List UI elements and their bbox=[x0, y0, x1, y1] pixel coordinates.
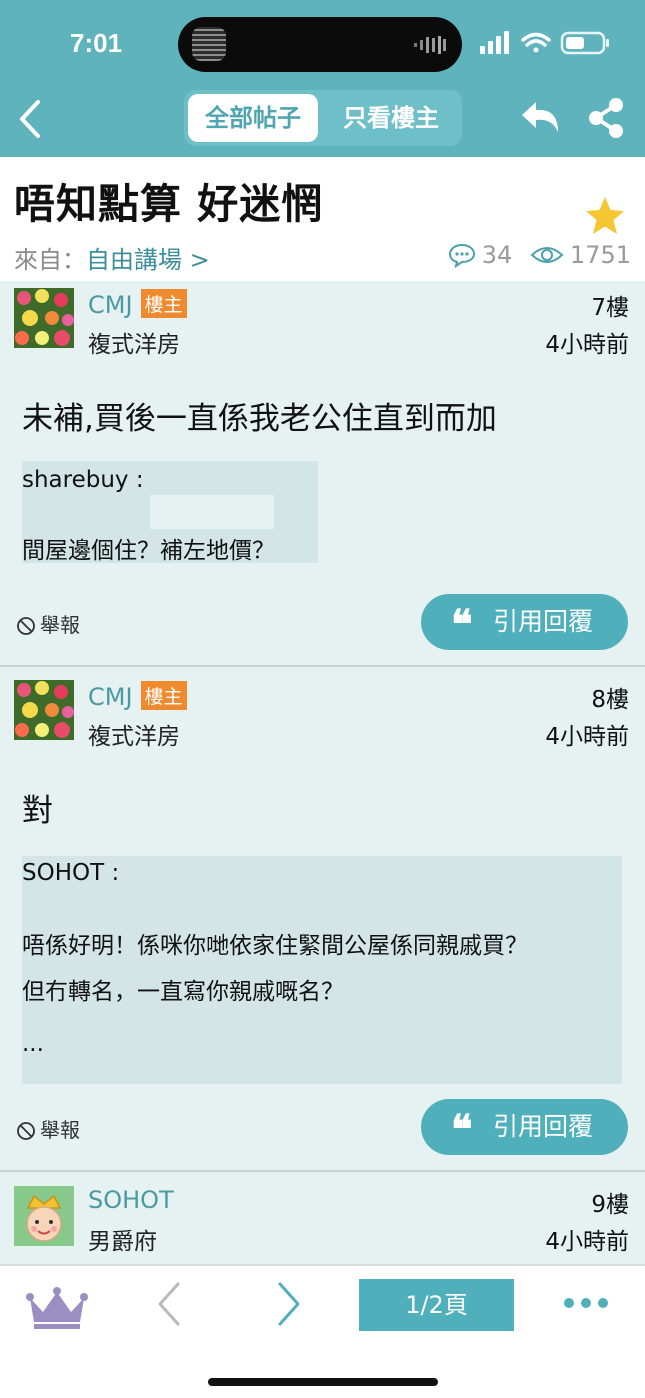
author-name[interactable]: SOHOT bbox=[88, 1186, 174, 1214]
quote-gap bbox=[150, 495, 274, 529]
flower-avatar-image bbox=[14, 680, 74, 740]
tab-op-only[interactable]: 只看樓主 bbox=[326, 94, 456, 142]
user-rank: 複式洋房 bbox=[88, 724, 180, 750]
status-time: 7:01 bbox=[70, 28, 123, 58]
quote-block: SOHOT : 唔係好明！係咪你哋依家住緊間公屋係同親戚買？ 但冇轉名，一直寫你… bbox=[22, 856, 622, 1084]
quote-ellipsis: ... bbox=[22, 1031, 44, 1057]
view-count: 1751 bbox=[569, 241, 631, 269]
thread-stats: 34 1751 bbox=[448, 240, 631, 276]
author-name-text: SOHOT bbox=[88, 1186, 174, 1214]
thread-title: 唔知點算 好迷惘 bbox=[14, 180, 324, 228]
quote-reply-label: 引用回覆 bbox=[493, 607, 594, 636]
report-icon bbox=[17, 617, 35, 635]
floor-number: 9樓 bbox=[591, 1192, 629, 1218]
quote-reply-button[interactable]: ❝ 引用回覆 bbox=[421, 594, 628, 650]
post-floor-9: SOHOT 男爵府 9樓 4小時前 bbox=[0, 1172, 645, 1264]
page-selector-button[interactable]: 1/2頁 bbox=[359, 1279, 514, 1331]
quote-line: 間屋邊個住？補左地價？ bbox=[22, 538, 275, 564]
quote-icon: ❝ bbox=[451, 1106, 473, 1153]
prev-page-icon[interactable] bbox=[152, 1280, 186, 1328]
comment-count: 34 bbox=[481, 241, 513, 269]
quote-icon: ❝ bbox=[451, 601, 473, 648]
floor-number: 7樓 bbox=[591, 295, 629, 321]
forum-source: 來自：自由講場 > bbox=[14, 240, 210, 275]
post-content: 未補,買後一直係我老公住直到而加 bbox=[22, 401, 497, 437]
quote-reply-button[interactable]: ❝ 引用回覆 bbox=[421, 1099, 628, 1155]
report-button[interactable]: 舉報 bbox=[16, 609, 80, 638]
more-options-icon[interactable] bbox=[562, 1296, 610, 1310]
top-header: 7:01 全部帖子 只看樓主 bbox=[0, 0, 645, 157]
quote-reply-label: 引用回覆 bbox=[493, 1112, 594, 1141]
back-icon[interactable] bbox=[14, 98, 48, 140]
author-name[interactable]: CMJ 樓主 bbox=[88, 681, 187, 711]
wifi-icon bbox=[521, 32, 551, 53]
report-label: 舉報 bbox=[40, 613, 80, 637]
audio-wave-icon bbox=[414, 36, 446, 54]
avatar[interactable] bbox=[14, 680, 74, 740]
reply-icon[interactable] bbox=[518, 98, 562, 136]
author-name[interactable]: CMJ 樓主 bbox=[88, 289, 187, 319]
report-icon bbox=[17, 1122, 35, 1140]
avatar[interactable] bbox=[14, 1186, 74, 1246]
views-eye-icon bbox=[530, 247, 564, 263]
dynamic-island bbox=[178, 17, 462, 72]
battery-icon bbox=[560, 31, 609, 55]
post-floor-7: CMJ 樓主 複式洋房 7樓 4小時前 未補,買後一直係我老公住直到而加 shar… bbox=[0, 281, 645, 665]
from-label: 來自： bbox=[14, 246, 86, 274]
quote-line: 但冇轉名，一直寫你親戚嘅名？ bbox=[22, 979, 344, 1005]
signal-icon bbox=[480, 31, 509, 54]
report-button[interactable]: 舉報 bbox=[16, 1114, 80, 1143]
flower-avatar-image bbox=[14, 288, 74, 348]
op-badge: 樓主 bbox=[140, 289, 187, 318]
avatar[interactable] bbox=[14, 288, 74, 348]
author-name-text: CMJ bbox=[88, 291, 133, 319]
quote-line: 唔係好明！係咪你哋依家住緊間公屋係同親戚買？ bbox=[22, 933, 528, 959]
crown-icon[interactable] bbox=[26, 1286, 88, 1330]
comment-icon bbox=[448, 243, 475, 268]
post-floor-8: CMJ 樓主 複式洋房 8樓 4小時前 對 SOHOT : 唔係好明！係咪你哋依家… bbox=[0, 667, 645, 1170]
next-page-icon[interactable] bbox=[272, 1280, 306, 1328]
post-time: 4小時前 bbox=[545, 1229, 629, 1255]
author-name-text: CMJ bbox=[88, 683, 133, 711]
status-icons bbox=[480, 31, 609, 55]
post-filter-segmented: 全部帖子 只看樓主 bbox=[184, 90, 462, 146]
user-rank: 複式洋房 bbox=[88, 332, 180, 358]
forum-link[interactable]: 自由講場 > bbox=[86, 246, 210, 274]
home-indicator bbox=[208, 1378, 438, 1386]
user-rank: 男爵府 bbox=[88, 1229, 157, 1255]
post-time: 4小時前 bbox=[545, 332, 629, 358]
baby-king-avatar-image bbox=[14, 1186, 74, 1246]
quote-author: sharebuy : bbox=[22, 467, 144, 493]
tab-all-posts[interactable]: 全部帖子 bbox=[188, 94, 318, 142]
now-playing-thumbnail bbox=[192, 27, 226, 61]
post-content: 對 bbox=[22, 793, 53, 829]
quote-author: SOHOT : bbox=[22, 860, 120, 886]
floor-number: 8樓 bbox=[591, 687, 629, 713]
favorite-star-icon[interactable] bbox=[584, 195, 626, 237]
share-icon[interactable] bbox=[586, 96, 626, 140]
report-label: 舉報 bbox=[40, 1118, 80, 1142]
op-badge: 樓主 bbox=[140, 681, 187, 710]
post-time: 4小時前 bbox=[545, 724, 629, 750]
